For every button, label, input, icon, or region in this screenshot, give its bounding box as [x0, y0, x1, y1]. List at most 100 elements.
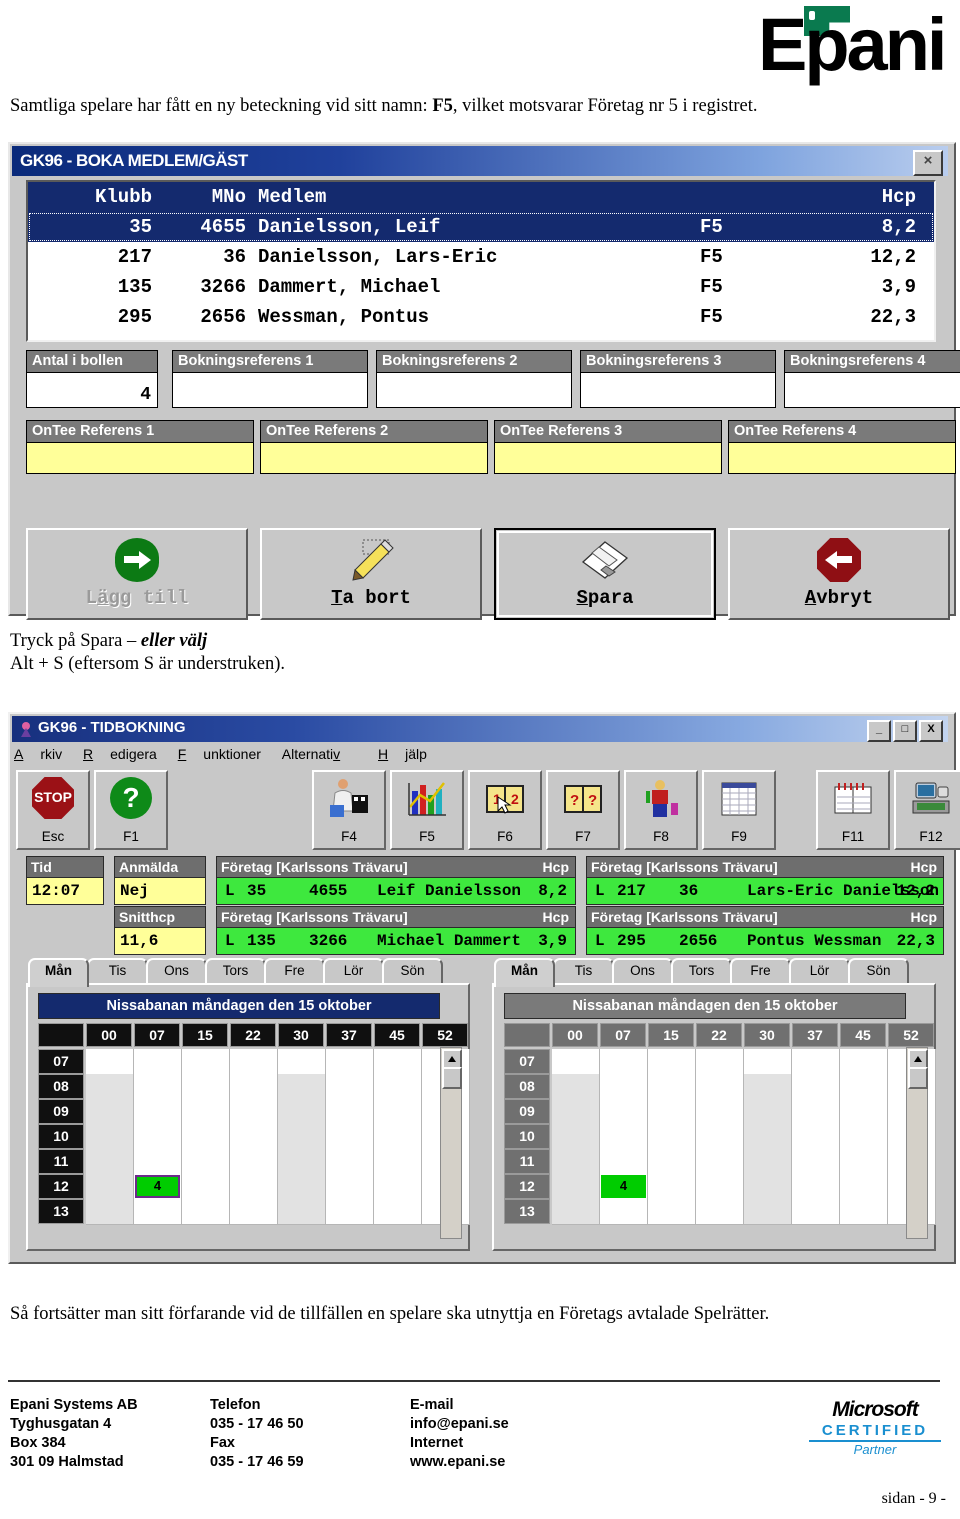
tab-man[interactable]: Mån	[28, 958, 89, 987]
slot-cell[interactable]	[374, 1149, 422, 1175]
slot-cell[interactable]	[840, 1124, 888, 1150]
slot-cell[interactable]	[182, 1049, 230, 1075]
slot-cell[interactable]	[374, 1049, 422, 1075]
tab-tors[interactable]: Tors	[671, 958, 732, 984]
tab-ons[interactable]: Ons	[146, 958, 207, 984]
table-row[interactable]: 217 36 Danielsson, Lars-Eric F5 12,2	[28, 242, 934, 272]
slot-cell[interactable]	[552, 1149, 600, 1175]
slot-cell[interactable]	[86, 1149, 134, 1175]
field-input[interactable]	[26, 442, 254, 474]
slot-cell[interactable]	[696, 1099, 744, 1125]
slot-cell[interactable]	[648, 1149, 696, 1175]
slot-cell[interactable]	[696, 1049, 744, 1075]
field-ontee-referens-3[interactable]: OnTee Referens 3	[494, 420, 722, 474]
slot-cell[interactable]	[374, 1074, 422, 1100]
slot-cell[interactable]	[182, 1174, 230, 1200]
field-input[interactable]	[260, 442, 488, 474]
scroll-up-icon[interactable]	[442, 1049, 462, 1069]
tab-lor[interactable]: Lör	[323, 958, 384, 984]
vertical-scrollbar-right[interactable]	[906, 1047, 928, 1239]
slot-cell[interactable]	[696, 1124, 744, 1150]
field-bokningsreferens-3[interactable]: Bokningsreferens 3	[580, 350, 776, 408]
slot-cell[interactable]	[744, 1124, 792, 1150]
player-row[interactable]: L 217 36 Lars-Eric Danielsson 12,2	[586, 878, 944, 905]
field-antal-i-bollen[interactable]: Antal i bollen 4	[26, 350, 158, 408]
slot-cell[interactable]	[648, 1099, 696, 1125]
boka-titlebar[interactable]: GK96 - BOKA MEDLEM/GÄST ×	[12, 146, 948, 176]
slot-cell[interactable]	[696, 1174, 744, 1200]
table-row[interactable]: 135 3266 Dammert, Michael F5 3,9	[28, 272, 934, 302]
slot-cell[interactable]	[182, 1149, 230, 1175]
slot-cell[interactable]	[792, 1099, 840, 1125]
field-input[interactable]	[494, 442, 722, 474]
slot-cell[interactable]	[744, 1049, 792, 1075]
close-icon[interactable]: ×	[913, 150, 943, 176]
lagg-till-button[interactable]: Lägg till	[26, 528, 248, 620]
slot-cell[interactable]	[182, 1099, 230, 1125]
member-list-grid[interactable]: Klubb MNo Medlem Hcp 35 4655 Danielsson,…	[26, 180, 936, 342]
slot-cell[interactable]	[840, 1049, 888, 1075]
slot-cell[interactable]	[600, 1049, 648, 1075]
field-ontee-referens-1[interactable]: OnTee Referens 1	[26, 420, 254, 474]
slot-cell[interactable]	[600, 1074, 648, 1100]
slot-cell[interactable]	[230, 1074, 278, 1100]
toolbar-button-f7[interactable]: ? ? F7	[546, 770, 620, 850]
menu-item-funktioner[interactable]: Funktioner	[178, 746, 261, 762]
slot-cell[interactable]	[696, 1149, 744, 1175]
menu-item-alternativ[interactable]: Alternativ	[282, 746, 357, 762]
toolbar-button-f8[interactable]: F8	[624, 770, 698, 850]
table-row[interactable]: 35 4655 Danielsson, Leif F5 8,2	[28, 212, 934, 242]
slot-cell[interactable]	[648, 1049, 696, 1075]
slot-cell[interactable]	[86, 1074, 134, 1100]
toolbar-button-f1[interactable]: ? F1	[94, 770, 168, 850]
toolbar-button-f6[interactable]: 1 2 F6	[468, 770, 542, 850]
time-grid-left[interactable]: 07 08 09 10 11 12 4 13	[38, 1049, 470, 1225]
maximize-icon[interactable]: □	[893, 720, 917, 742]
toolbar-button-f5[interactable]: F5	[390, 770, 464, 850]
slot-cell[interactable]	[278, 1049, 326, 1075]
field-bokningsreferens-2[interactable]: Bokningsreferens 2	[376, 350, 572, 408]
slot-cell[interactable]	[278, 1149, 326, 1175]
slot-cell[interactable]	[230, 1149, 278, 1175]
slot-cell[interactable]	[326, 1124, 374, 1150]
slot-cell[interactable]	[134, 1149, 182, 1175]
slot-cell[interactable]	[696, 1199, 744, 1225]
slot-cell[interactable]	[552, 1199, 600, 1225]
slot-cell[interactable]	[230, 1049, 278, 1075]
slot-cell[interactable]	[134, 1124, 182, 1150]
slot-cell[interactable]	[86, 1049, 134, 1075]
slot-cell[interactable]	[648, 1124, 696, 1150]
slot-cell[interactable]	[840, 1099, 888, 1125]
player-panel-4[interactable]: Företag [Karlssons Trävaru] Hcp L 295 265…	[586, 906, 944, 955]
slot-cell[interactable]	[744, 1099, 792, 1125]
slot-cell[interactable]	[278, 1174, 326, 1200]
slot-cell[interactable]	[552, 1174, 600, 1200]
slot-cell[interactable]	[600, 1124, 648, 1150]
slot-cell[interactable]	[648, 1074, 696, 1100]
slot-cell[interactable]	[134, 1049, 182, 1075]
slot-cell[interactable]	[230, 1174, 278, 1200]
slot-cell[interactable]	[86, 1124, 134, 1150]
slot-cell[interactable]	[792, 1149, 840, 1175]
tab-ons[interactable]: Ons	[612, 958, 673, 984]
slot-cell[interactable]	[648, 1199, 696, 1225]
scroll-up-icon[interactable]	[908, 1049, 928, 1069]
field-input[interactable]	[784, 372, 960, 408]
player-row[interactable]: L 295 2656 Pontus Wessman 22,3	[586, 928, 944, 955]
slot-cell[interactable]	[840, 1199, 888, 1225]
menu-item-hjalp[interactable]: Hjälp	[378, 746, 427, 762]
toolbar-button-esc[interactable]: STOP Esc	[16, 770, 90, 850]
slot-cell[interactable]	[182, 1074, 230, 1100]
slot-cell[interactable]	[744, 1199, 792, 1225]
tab-fre[interactable]: Fre	[264, 958, 325, 984]
slot-cell[interactable]	[134, 1199, 182, 1225]
tab-tors[interactable]: Tors	[205, 958, 266, 984]
toolbar-button-f4[interactable]: F4	[312, 770, 386, 850]
field-input[interactable]	[580, 372, 776, 408]
slot-cell[interactable]	[326, 1074, 374, 1100]
slot-cell[interactable]	[230, 1099, 278, 1125]
toolbar-button-f12[interactable]: F12	[894, 770, 960, 850]
toolbar-button-f11[interactable]: F11	[816, 770, 890, 850]
toolbar-button-f9[interactable]: F9	[702, 770, 776, 850]
minimize-icon[interactable]: _	[867, 720, 891, 742]
